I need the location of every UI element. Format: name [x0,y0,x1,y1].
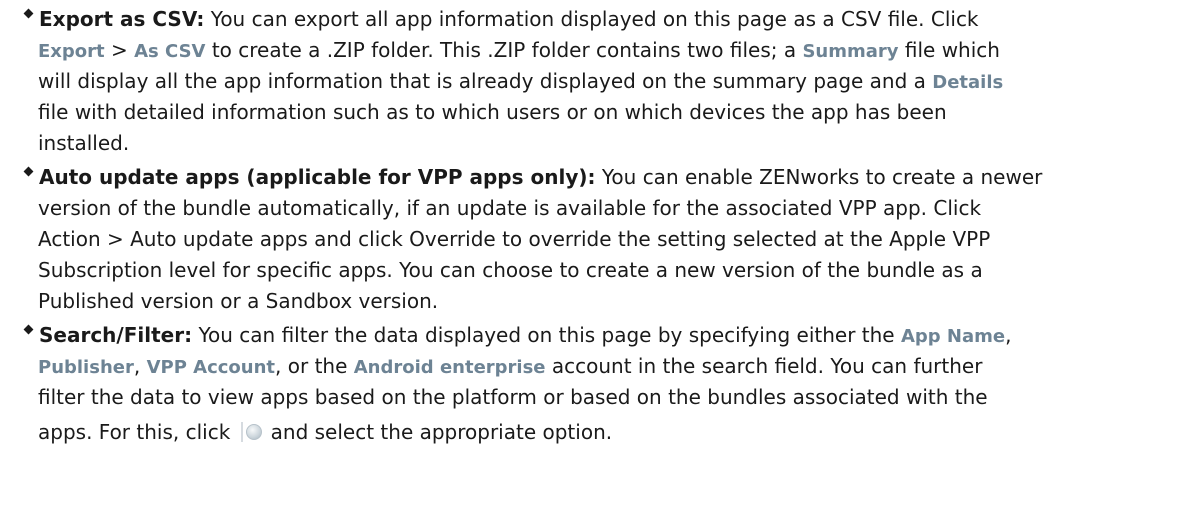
ui-reference: VPP Account [146,357,276,378]
body-text: apps. For this, click [38,420,237,444]
body-text: to create a .ZIP folder. This .ZIP folde… [205,38,803,62]
text-line: Search/Filter: You can filter the data d… [39,320,1011,351]
text-line: apps. For this, click and select the app… [38,417,612,448]
text-line: Subscription level for specific apps. Yo… [38,255,983,286]
text-line: Export as CSV: You can export all app in… [39,4,979,35]
item-term: Search/Filter: [39,323,193,347]
text-line: will display all the app information tha… [38,66,1003,97]
body-text: Action > Auto update apps and click Over… [38,227,991,251]
body-text: , or the [275,354,354,378]
body-text: file which [898,38,1000,62]
text-line: version of the bundle automatically, if … [38,193,981,224]
body-text: account in the search field. You can fur… [545,354,983,378]
body-text: Published version or a Sandbox version. [38,289,439,313]
ui-reference: Export [38,41,105,62]
body-text: > [104,38,135,62]
body-text: , [133,354,147,378]
ui-reference: Android enterprise [353,357,546,378]
item-term: Export as CSV: [39,7,205,31]
body-text: You can enable ZENworks to create a newe… [595,165,1043,189]
body-text: filter the data to view apps based on th… [38,385,988,409]
bullet-diamond-icon [24,325,34,335]
text-line: file with detailed information such as t… [38,97,947,128]
item-term: Auto update apps (applicable for VPP app… [39,165,596,189]
body-text: file with detailed information such as t… [38,100,947,124]
ui-reference: Publisher [38,357,134,378]
text-line: Publisher, VPP Account, or the Android e… [38,351,982,382]
body-text: , [1005,323,1012,347]
bullet-diamond-icon [24,167,34,177]
text-line: filter the data to view apps based on th… [38,382,988,413]
body-text: and select the appropriate option. [270,420,613,444]
text-line: Export > As CSV to create a .ZIP folder.… [38,35,1000,66]
bullet-diamond-icon [24,9,34,19]
body-text: version of the bundle automatically, if … [38,196,982,220]
ui-reference: Details [932,72,1004,93]
text-line: Auto update apps (applicable for VPP app… [39,162,1042,193]
ui-reference: As CSV [134,41,206,62]
text-line: installed. [38,128,129,159]
ui-reference: App Name [900,326,1006,347]
body-text: You can filter the data displayed on thi… [192,323,901,347]
ui-reference: Summary [802,41,899,62]
body-text: You can export all app information displ… [204,7,979,31]
text-line: Action > Auto update apps and click Over… [38,224,990,255]
document-body: Export as CSV: You can export all app in… [0,0,1178,519]
body-text: will display all the app information tha… [38,69,933,93]
body-text: Subscription level for specific apps. Yo… [38,258,983,282]
body-text: installed. [38,131,130,155]
filter-icon [240,421,263,443]
text-line: Published version or a Sandbox version. [38,286,438,317]
